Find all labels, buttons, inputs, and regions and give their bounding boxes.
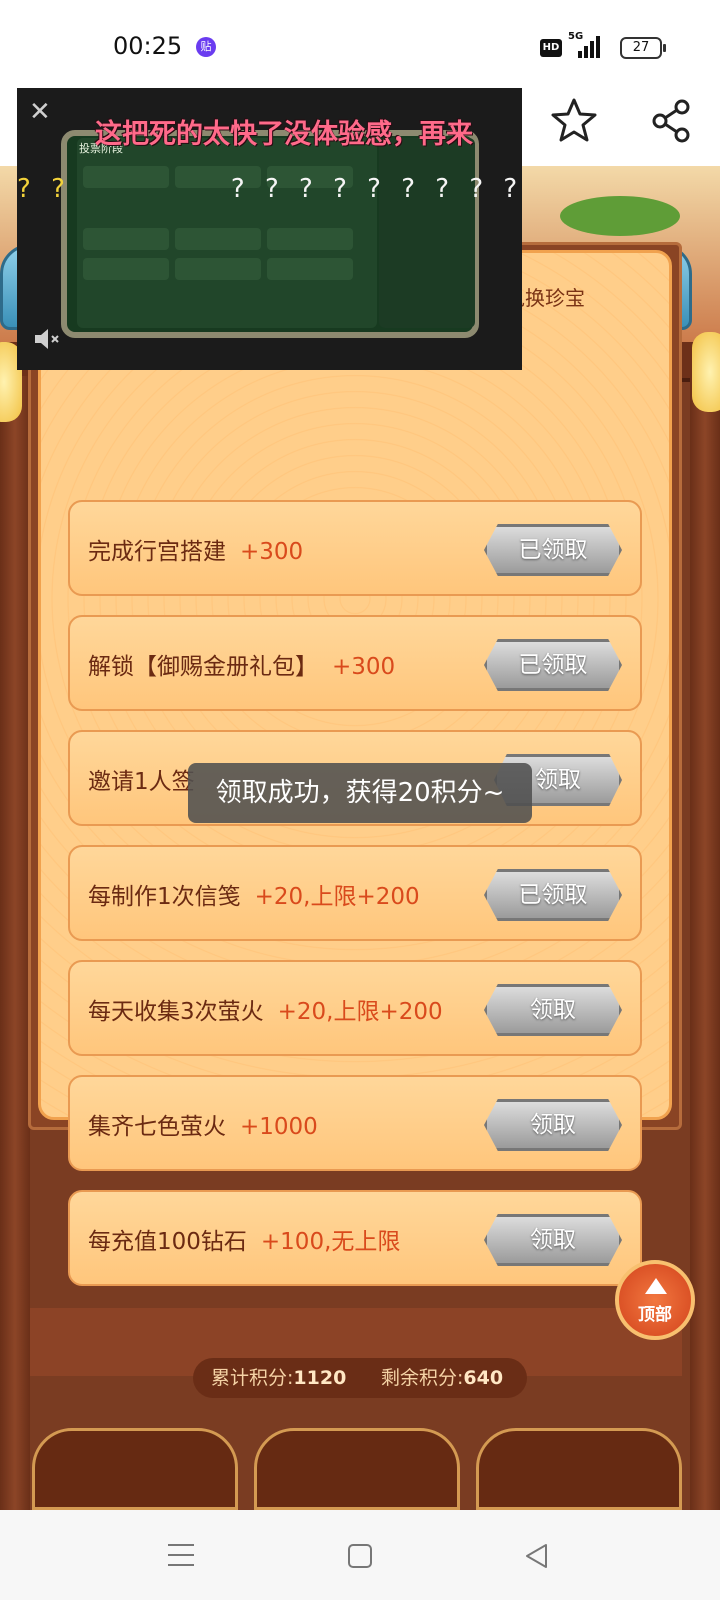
question-marks-danmaku: ? ?? ? ? ? ? ? ? ? ? bbox=[17, 174, 522, 204]
right-pillar bbox=[690, 376, 720, 1510]
remaining-points: 剩余积分:640 bbox=[381, 1367, 504, 1389]
prize-card[interactable] bbox=[32, 1428, 238, 1510]
video-player-cell bbox=[175, 258, 261, 280]
video-player-cell bbox=[175, 228, 261, 250]
battery-icon: 27 bbox=[620, 37, 666, 59]
share-icon[interactable] bbox=[646, 95, 698, 147]
prize-card[interactable] bbox=[476, 1428, 682, 1510]
left-pillar bbox=[0, 376, 30, 1510]
task-row: 每充值100钻石 +100,无上限 领取 bbox=[68, 1190, 642, 1286]
task-row: 完成行宫搭建 +300 已领取 bbox=[68, 500, 642, 596]
recent-apps-icon[interactable] bbox=[168, 1544, 194, 1566]
task-label: 每天收集3次萤火 +20,上限+200 bbox=[88, 999, 443, 1025]
video-player-cell bbox=[267, 258, 353, 280]
volume-muted-icon[interactable] bbox=[31, 324, 61, 354]
prize-card[interactable] bbox=[254, 1428, 460, 1510]
danmaku-comment: 这把死的太快了没体验感，再来 bbox=[95, 119, 473, 150]
close-icon[interactable]: ✕ bbox=[29, 98, 57, 126]
task-points: +100,无上限 bbox=[260, 1229, 401, 1255]
favorite-star-icon[interactable] bbox=[548, 95, 600, 147]
video-player-cell bbox=[83, 258, 169, 280]
signal-icon bbox=[578, 36, 604, 58]
app-notification-icon: 贴 bbox=[196, 37, 216, 57]
system-navigation-bar bbox=[0, 1510, 720, 1600]
task-row: 解锁【御赐金册礼包】 +300 已领取 bbox=[68, 615, 642, 711]
lantern-right bbox=[692, 332, 720, 412]
points-summary: 累计积分:1120 剩余积分:640 bbox=[193, 1358, 527, 1398]
floating-video-player[interactable]: 投票阶段 ? ?? ? ? ? ? ? ? ? ? 这把死的太快了没体验感，再来… bbox=[17, 88, 522, 370]
arrow-up-icon bbox=[645, 1276, 667, 1294]
task-row: 每制作1次信笺 +20,上限+200 已领取 bbox=[68, 845, 642, 941]
task-label: 解锁【御赐金册礼包】 +300 bbox=[88, 654, 396, 680]
status-bar: 00:25 贴 HD 5G 27 bbox=[0, 0, 720, 88]
back-to-top-button[interactable]: 顶部 bbox=[615, 1260, 695, 1340]
claim-button[interactable]: 领取 bbox=[484, 984, 622, 1036]
task-label: 每制作1次信笺 +20,上限+200 bbox=[88, 884, 420, 910]
claimed-button[interactable]: 已领取 bbox=[484, 524, 622, 576]
task-row: 每天收集3次萤火 +20,上限+200 领取 bbox=[68, 960, 642, 1056]
claimed-button[interactable]: 已领取 bbox=[484, 639, 622, 691]
video-player-cell bbox=[83, 228, 169, 250]
vine-decoration bbox=[560, 196, 680, 236]
task-label: 集齐七色萤火 +1000 bbox=[88, 1114, 318, 1140]
task-points: +1000 bbox=[240, 1114, 318, 1140]
back-to-top-label: 顶部 bbox=[638, 1305, 672, 1325]
task-points: +300 bbox=[332, 654, 396, 680]
cumulative-points: 累计积分:1120 bbox=[211, 1367, 347, 1389]
success-toast: 领取成功，获得20积分~ bbox=[188, 763, 532, 823]
hd-icon: HD bbox=[540, 39, 562, 57]
status-time: 00:25 bbox=[113, 32, 183, 60]
task-label: 每充值100钻石 +100,无上限 bbox=[88, 1229, 401, 1255]
claim-button[interactable]: 领取 bbox=[484, 1099, 622, 1151]
claimed-button[interactable]: 已领取 bbox=[484, 869, 622, 921]
back-icon[interactable] bbox=[522, 1542, 550, 1570]
claim-button[interactable]: 领取 bbox=[484, 1214, 622, 1266]
task-label: 完成行宫搭建 +300 bbox=[88, 539, 304, 565]
task-points: +20,上限+200 bbox=[254, 884, 420, 910]
task-points: +20,上限+200 bbox=[277, 999, 443, 1025]
video-game-sidebar bbox=[379, 138, 475, 328]
home-icon[interactable] bbox=[348, 1544, 372, 1568]
video-player-cell bbox=[267, 228, 353, 250]
task-points: +300 bbox=[240, 539, 304, 565]
task-row: 集齐七色萤火 +1000 领取 bbox=[68, 1075, 642, 1171]
